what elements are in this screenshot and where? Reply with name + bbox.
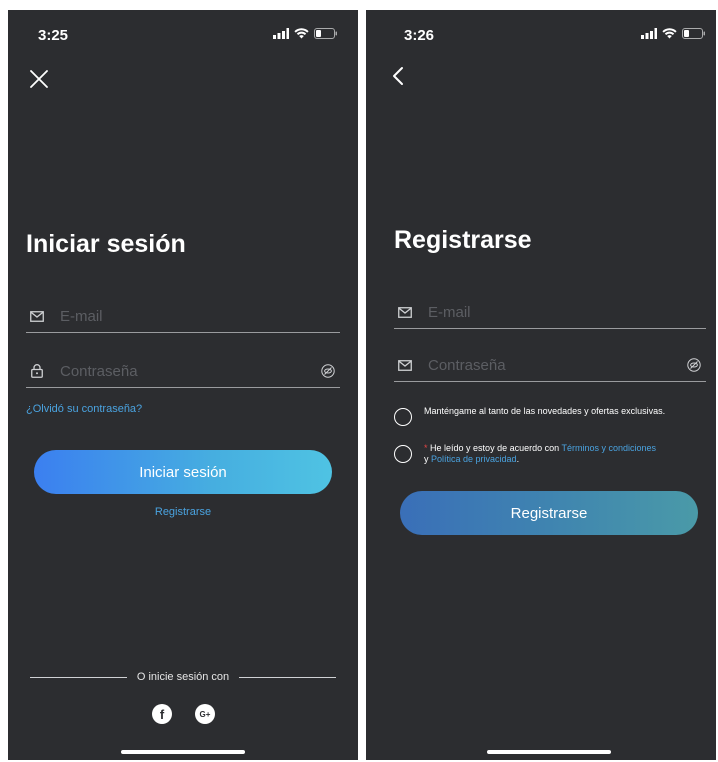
- newsletter-option: Manténgame al tanto de las novedades y o…: [394, 406, 706, 426]
- facebook-icon[interactable]: f: [152, 704, 172, 724]
- close-icon[interactable]: [30, 70, 48, 88]
- newsletter-checkbox[interactable]: [394, 408, 412, 426]
- mail-icon: [396, 303, 414, 321]
- email-field: [394, 296, 706, 329]
- hide-password-icon[interactable]: [686, 357, 702, 373]
- terms-suffix: .: [516, 454, 520, 464]
- terms-checkbox[interactable]: [394, 445, 412, 463]
- terms-joiner: y: [424, 454, 429, 464]
- required-mark: *: [424, 443, 428, 453]
- hide-password-icon[interactable]: [320, 363, 336, 379]
- privacy-link[interactable]: Política de privacidad: [431, 454, 517, 464]
- terms-prefix: He leído y estoy de acuerdo con: [430, 443, 560, 453]
- home-indicator: [487, 750, 611, 754]
- forgot-password-link[interactable]: ¿Olvidó su contraseña?: [26, 403, 142, 415]
- lock-icon: [28, 362, 46, 380]
- email-input[interactable]: [60, 307, 340, 325]
- terms-link[interactable]: Términos y condiciones: [561, 443, 656, 453]
- status-time: 3:26: [404, 27, 435, 44]
- newsletter-text: Manténgame al tanto de las novedades y o…: [424, 406, 666, 416]
- register-link[interactable]: Registrarse: [8, 506, 358, 518]
- email-input[interactable]: [428, 303, 706, 321]
- signal-icon: [641, 28, 657, 39]
- register-screen: 3:26 Registrarse E-mail Manténgame al ta…: [366, 10, 716, 760]
- status-icons: [641, 28, 706, 39]
- status-icons: [273, 28, 338, 39]
- wifi-icon: [294, 28, 309, 39]
- google-plus-icon[interactable]: G+: [195, 704, 215, 724]
- back-chevron-icon[interactable]: [392, 66, 404, 86]
- divider-line: [239, 676, 337, 678]
- battery-icon: [682, 28, 705, 39]
- login-screen: 3:25 Iniciar sesión E-mail ¿Olvidó su co…: [8, 10, 358, 760]
- register-button[interactable]: Registrarse: [400, 491, 698, 535]
- email-field: [26, 300, 340, 333]
- password-field: [394, 349, 706, 382]
- status-time: 3:25: [38, 27, 69, 44]
- mail-icon: [28, 307, 46, 325]
- terms-option: * He leído y estoy de acuerdo con Términ…: [394, 443, 706, 465]
- page-title: Iniciar sesión: [26, 230, 186, 258]
- password-field: [26, 355, 340, 388]
- login-button[interactable]: Iniciar sesión: [34, 450, 332, 494]
- home-indicator: [121, 750, 245, 754]
- terms-text: * He leído y estoy de acuerdo con Términ…: [424, 443, 656, 465]
- divider-text: O inicie sesión con: [136, 671, 230, 683]
- wifi-icon: [662, 28, 677, 39]
- page-title: Registrarse: [394, 226, 532, 254]
- divider-line: [30, 676, 127, 678]
- mail-icon: [396, 356, 414, 374]
- battery-icon: [314, 28, 337, 39]
- signal-icon: [273, 28, 289, 39]
- social-divider: O inicie sesión con: [30, 671, 337, 683]
- password-input[interactable]: [428, 356, 686, 374]
- password-input[interactable]: [60, 362, 320, 380]
